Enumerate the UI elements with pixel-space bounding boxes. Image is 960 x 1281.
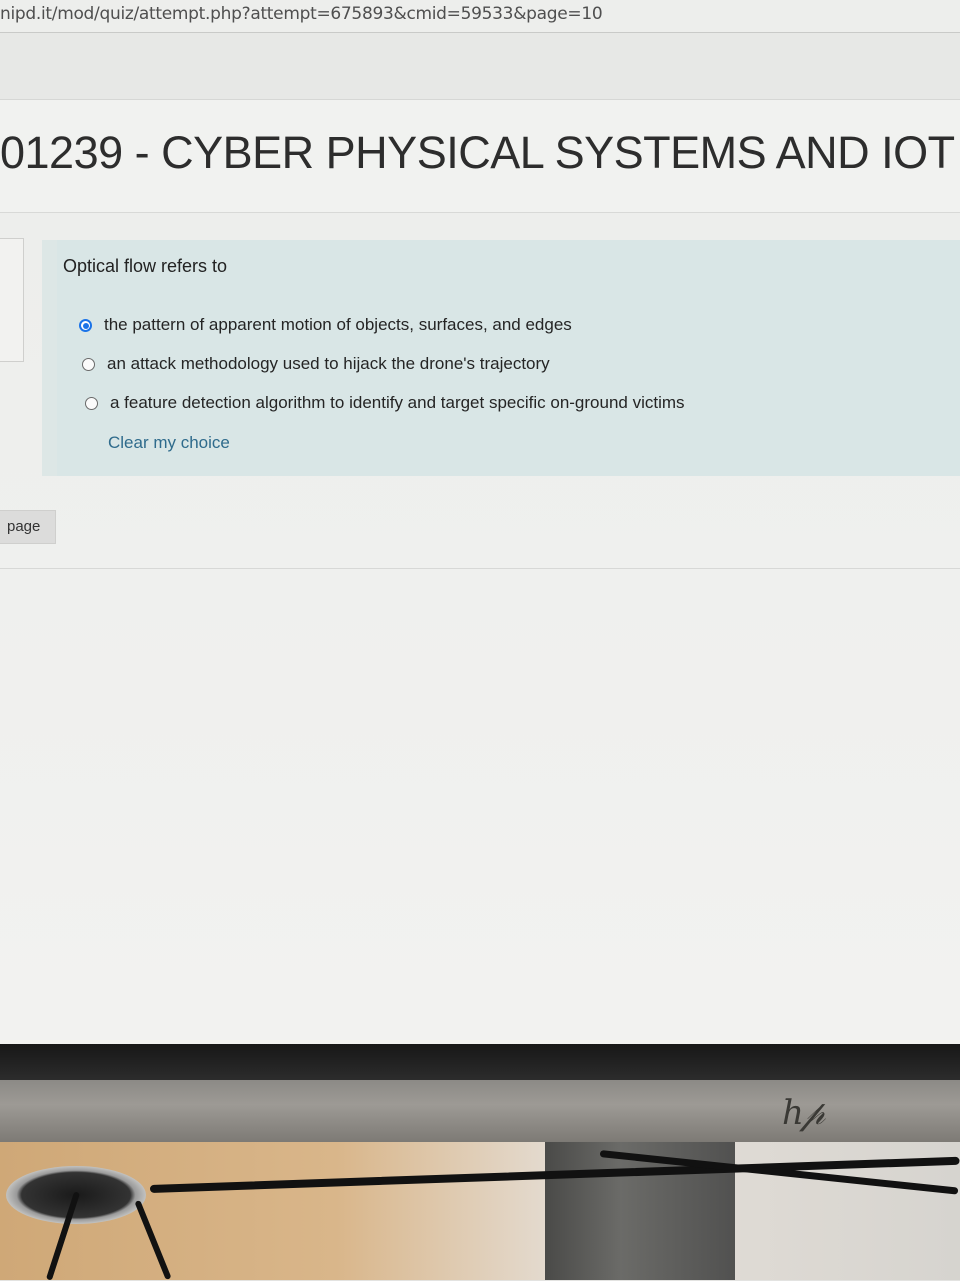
hp-logo-icon: ℎ𝓅 [782, 1093, 825, 1133]
url-text[interactable]: nipd.it/mod/quiz/attempt.php?attempt=675… [0, 4, 603, 24]
answer-option-label: a feature detection algorithm to identif… [110, 393, 685, 412]
content-divider [0, 568, 960, 569]
page-top-strip [0, 33, 960, 100]
answer-option-3[interactable]: a feature detection algorithm to identif… [85, 393, 685, 413]
monitor-screen: nipd.it/mod/quiz/attempt.php?attempt=675… [0, 0, 960, 1048]
answer-option-label: an attack methodology used to hijack the… [107, 354, 550, 373]
answer-option-2[interactable]: an attack methodology used to hijack the… [82, 354, 550, 374]
question-info-box [0, 238, 24, 362]
clear-choice-link[interactable]: Clear my choice [108, 433, 230, 453]
page-nav-button[interactable]: page [0, 510, 56, 544]
monitor-bezel [0, 1044, 960, 1080]
answer-option-1[interactable]: the pattern of apparent motion of object… [79, 315, 572, 335]
answer-option-label: the pattern of apparent motion of object… [104, 315, 572, 334]
radio-unselected-icon[interactable] [85, 396, 98, 410]
address-bar[interactable]: nipd.it/mod/quiz/attempt.php?attempt=675… [0, 0, 960, 33]
course-title: 01239 - CYBER PHYSICAL SYSTEMS AND IOT S… [0, 127, 960, 178]
radio-unselected-icon[interactable] [82, 357, 95, 371]
radio-selected-icon[interactable] [79, 318, 92, 332]
question-text: Optical flow refers to [63, 256, 228, 276]
